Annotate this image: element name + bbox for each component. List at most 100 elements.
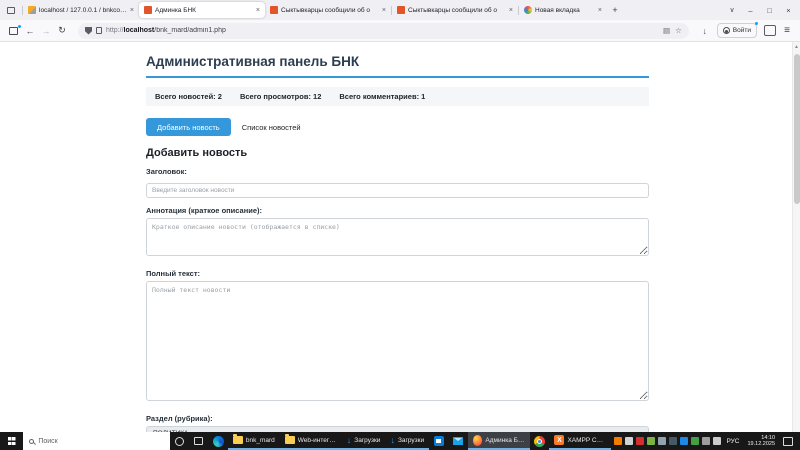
- language-indicator[interactable]: РУС: [724, 438, 741, 445]
- sidebar-toggle-icon[interactable]: [5, 23, 22, 39]
- reader-mode-icon[interactable]: ▤: [663, 26, 670, 35]
- fulltext-textarea[interactable]: [146, 281, 649, 401]
- microsoft-store-button[interactable]: [429, 432, 448, 450]
- tab-add-news[interactable]: Добавить новость: [146, 118, 231, 136]
- chrome-button[interactable]: [530, 432, 549, 450]
- window-close-button[interactable]: ×: [779, 1, 798, 19]
- tray-app-icon[interactable]: [658, 437, 666, 445]
- edge-button[interactable]: [208, 432, 227, 450]
- close-icon[interactable]: ×: [130, 7, 134, 14]
- tray-app-icon[interactable]: [691, 437, 699, 445]
- tab-new-tab[interactable]: Новая вкладка ×: [519, 2, 607, 18]
- volume-icon[interactable]: [713, 437, 721, 445]
- taskbar-clock[interactable]: 14:10 19.12.2025: [745, 435, 779, 448]
- action-center-icon[interactable]: [783, 437, 793, 446]
- account-label: Войти: [733, 27, 751, 34]
- page-info-icon[interactable]: [96, 27, 102, 34]
- browser-tab-strip: localhost / 127.0.0.1 / bnkcom2 × Админк…: [0, 0, 800, 20]
- sidebar-glyph: [9, 27, 18, 35]
- bookmark-star-icon[interactable]: ☆: [675, 26, 682, 35]
- task-view-icon: [194, 437, 203, 445]
- app-label: XAMPP Cont...: [567, 437, 606, 444]
- cortana-icon: [175, 437, 184, 446]
- minimize-button[interactable]: –: [741, 1, 760, 19]
- stat-total-comments: Всего комментариев: 1: [339, 92, 425, 101]
- tab-news-1[interactable]: Сыктывкарцы сообщили об о ×: [265, 2, 391, 18]
- app-label: Загрузки: [354, 437, 380, 444]
- bnk-favicon: [144, 6, 152, 14]
- firefox-view-glyph: [7, 7, 15, 14]
- stat-total-views: Всего просмотров: 12: [240, 92, 321, 101]
- annotation-label: Аннотация (краткое описание):: [146, 206, 649, 215]
- app-label: Загрузки: [398, 437, 424, 444]
- taskbar-folder-web-integra[interactable]: Web-интегра...: [280, 432, 342, 450]
- scrollbar-thumb[interactable]: [794, 54, 800, 204]
- close-icon[interactable]: ×: [382, 7, 386, 14]
- tab-news-list[interactable]: Список новостей: [231, 118, 312, 136]
- page-scrollbar[interactable]: ▲: [792, 42, 800, 432]
- xampp-tray-icon[interactable]: [614, 437, 622, 445]
- category-select[interactable]: ПОЛИТИКА: [146, 426, 649, 432]
- display-tray-icon[interactable]: [702, 437, 710, 445]
- stat-total-news: Всего новостей: 2: [155, 92, 222, 101]
- mail-icon: [453, 437, 463, 445]
- close-icon[interactable]: ×: [256, 7, 260, 14]
- maximize-button[interactable]: □: [760, 1, 779, 19]
- clock-date: 19.12.2025: [748, 441, 776, 448]
- tray-app-icon[interactable]: [647, 437, 655, 445]
- taskbar-downloads-2[interactable]: ↓ Загрузки: [385, 432, 429, 450]
- taskbar-search[interactable]: Поиск: [23, 432, 169, 450]
- back-button[interactable]: ←: [22, 23, 38, 39]
- scroll-up-icon[interactable]: ▲: [793, 42, 800, 50]
- tray-app-icon[interactable]: [680, 437, 688, 445]
- url-bar[interactable]: http://localhost/bnk_mard/admin1.php ▤ ☆: [78, 23, 689, 39]
- annotation-textarea[interactable]: [146, 218, 649, 256]
- tab-phpmyadmin[interactable]: localhost / 127.0.0.1 / bnkcom2 ×: [23, 2, 139, 18]
- windows-logo-icon: [8, 437, 16, 445]
- task-view-button[interactable]: [189, 432, 208, 450]
- app-label: Админка БНК...: [485, 437, 525, 444]
- close-icon[interactable]: ×: [598, 7, 602, 14]
- category-selected-value: ПОЛИТИКА: [153, 430, 188, 432]
- firefox-view-icon[interactable]: [2, 2, 20, 18]
- bnk-favicon: [397, 6, 405, 14]
- tab-admin-bnk[interactable]: Админка БНК ×: [139, 2, 265, 18]
- edge-icon: [213, 436, 224, 447]
- chrome-icon: [534, 436, 545, 447]
- cortana-button[interactable]: [170, 432, 189, 450]
- account-login-button[interactable]: Войти: [717, 23, 757, 38]
- reload-button[interactable]: ↻: [54, 23, 70, 39]
- taskbar-firefox-active[interactable]: Админка БНК...: [468, 432, 530, 450]
- menu-icon[interactable]: ≡: [779, 25, 795, 36]
- tab-title: localhost / 127.0.0.1 / bnkcom2: [39, 7, 127, 14]
- download-arrow-icon: ↓: [347, 436, 352, 444]
- new-tab-button[interactable]: +: [607, 2, 623, 18]
- title-input[interactable]: [146, 183, 649, 198]
- tray-app-icon[interactable]: [669, 437, 677, 445]
- taskbar-xampp[interactable]: X XAMPP Cont...: [549, 432, 611, 450]
- tab-news-2[interactable]: Сыктывкарцы сообщили об о ×: [392, 2, 518, 18]
- download-arrow-icon: ↓: [390, 436, 395, 444]
- taskbar-folder-bnk-mard[interactable]: bnk_mard: [228, 432, 280, 450]
- search-placeholder: Поиск: [38, 438, 57, 445]
- screen: localhost / 127.0.0.1 / bnkcom2 × Админк…: [0, 0, 800, 450]
- url-text: http://localhost/bnk_mard/admin1.php: [106, 27, 226, 34]
- shield-icon[interactable]: [85, 27, 92, 35]
- folder-icon: [233, 436, 243, 444]
- forward-button[interactable]: →: [38, 23, 54, 39]
- mail-button[interactable]: [449, 432, 468, 450]
- phpmyadmin-favicon: [28, 6, 36, 14]
- tray-app-icon[interactable]: [625, 437, 633, 445]
- page-viewport: Административная панель БНК Всего новост…: [0, 42, 800, 432]
- firefox-icon: [473, 435, 482, 446]
- close-icon[interactable]: ×: [509, 7, 513, 14]
- list-all-tabs-icon[interactable]: ∨: [723, 6, 741, 14]
- taskbar-downloads-1[interactable]: ↓ Загрузки: [342, 432, 386, 450]
- yandex-tray-icon[interactable]: [636, 437, 644, 445]
- category-label: Раздел (рубрика):: [146, 414, 649, 423]
- notification-dot: [18, 25, 21, 28]
- extensions-icon[interactable]: [764, 25, 776, 36]
- stats-bar: Всего новостей: 2 Всего просмотров: 12 В…: [146, 87, 649, 106]
- downloads-icon[interactable]: ↓: [697, 26, 713, 36]
- start-button[interactable]: [0, 432, 23, 450]
